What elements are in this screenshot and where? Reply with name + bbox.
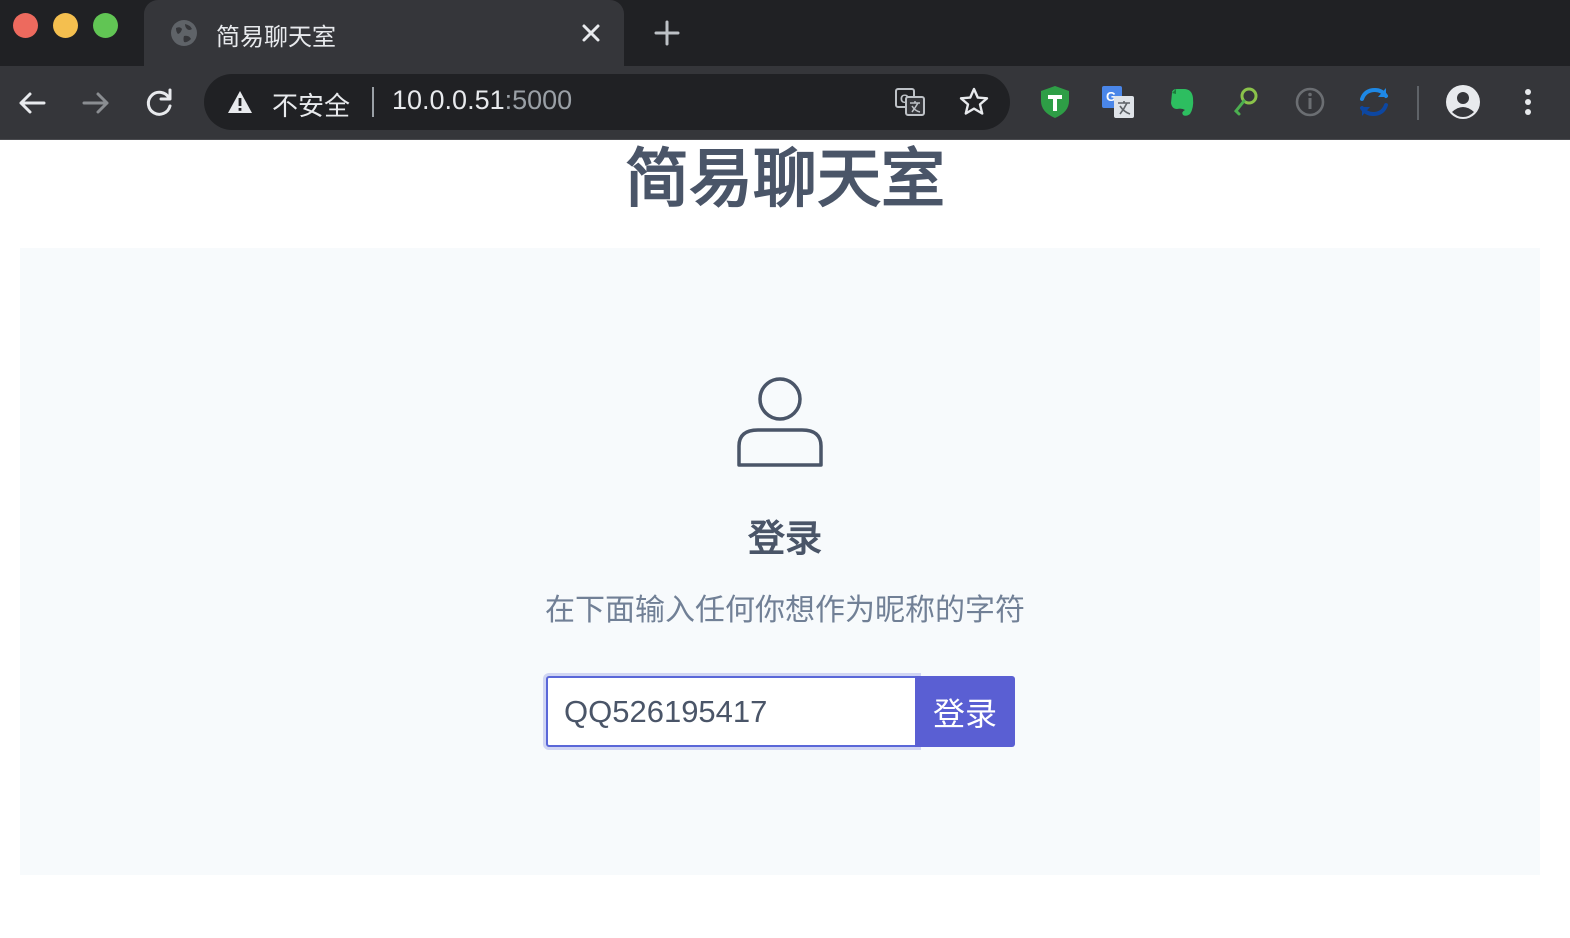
- profile-avatar-icon[interactable]: [1445, 84, 1481, 120]
- browser-titlebar: 简易聊天室: [0, 0, 1570, 66]
- browser-toolbar: 不安全 10.0.0.51:5000 G G: [0, 66, 1570, 140]
- address-divider: [372, 87, 374, 117]
- bookmark-star-icon[interactable]: [958, 86, 990, 118]
- warning-icon[interactable]: [226, 89, 254, 115]
- translate-page-icon[interactable]: G: [894, 86, 926, 118]
- address-bar[interactable]: 不安全 10.0.0.51:5000 G: [204, 74, 1010, 130]
- user-icon: [737, 377, 823, 467]
- url-port: :5000: [504, 85, 573, 115]
- new-tab-icon[interactable]: [651, 17, 683, 49]
- evernote-icon[interactable]: [1164, 84, 1200, 120]
- nickname-input[interactable]: [546, 676, 918, 747]
- minimize-window-button[interactable]: [53, 13, 78, 38]
- google-translate-icon[interactable]: G: [1100, 84, 1136, 120]
- page-title: 简易聊天室: [625, 143, 945, 217]
- url-host: 10.0.0.51: [392, 85, 505, 115]
- close-window-button[interactable]: [13, 13, 38, 38]
- login-title: 登录: [748, 517, 822, 560]
- more-menu-icon[interactable]: [1510, 84, 1546, 120]
- maximize-window-button[interactable]: [93, 13, 118, 38]
- browser-tab[interactable]: 简易聊天室: [144, 0, 624, 66]
- tampermonkey-icon[interactable]: [1037, 84, 1073, 120]
- toolbar-divider: [1417, 86, 1419, 120]
- security-status-label[interactable]: 不安全: [272, 86, 350, 123]
- back-arrow-icon[interactable]: [15, 86, 49, 120]
- key-search-icon[interactable]: [1228, 84, 1264, 120]
- tab-title: 简易聊天室: [216, 23, 336, 51]
- forward-arrow-icon[interactable]: [79, 86, 113, 120]
- info-icon[interactable]: [1292, 84, 1328, 120]
- reload-icon[interactable]: [143, 86, 177, 120]
- globe-icon: [171, 20, 197, 46]
- sync-icon[interactable]: [1356, 84, 1392, 120]
- close-tab-icon[interactable]: [576, 18, 606, 48]
- login-hint: 在下面输入任何你想作为昵称的字符: [545, 593, 1025, 628]
- url-text[interactable]: 10.0.0.51:5000: [392, 85, 572, 116]
- login-button[interactable]: 登录: [915, 676, 1015, 747]
